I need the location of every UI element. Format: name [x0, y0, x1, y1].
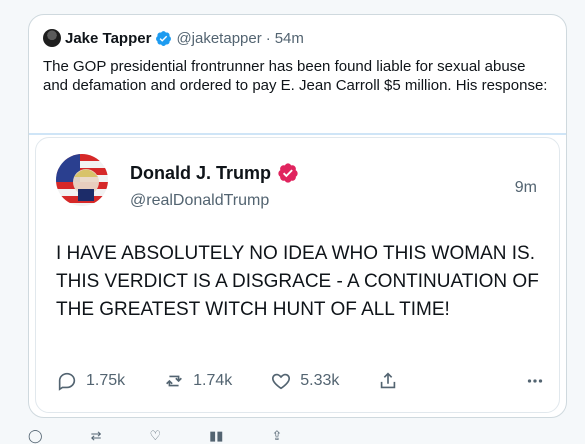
quoted-tweet-card[interactable]: Jake Tapper @jaketapper · 54m The GOP pr…: [28, 14, 567, 418]
like-button[interactable]: 5.33k: [270, 370, 339, 392]
more-icon: [527, 379, 543, 383]
more-button[interactable]: [524, 370, 546, 392]
cropped-bottom-actions: ◯ ⇄ ♡ ▮▮ ⇪: [28, 428, 528, 444]
cropped-reply-icon: ◯: [28, 428, 43, 443]
outer-tweet-text: The GOP presidential frontrunner has bee…: [43, 58, 548, 94]
inner-timestamp[interactable]: 9m: [515, 179, 537, 197]
reply-icon: [58, 372, 76, 391]
inner-author-name[interactable]: Donald J. Trump: [130, 163, 271, 184]
repost-icon: [166, 375, 183, 387]
verified-badge-icon: [278, 163, 298, 183]
outer-avatar[interactable]: [43, 29, 61, 47]
separator-dot: ·: [265, 29, 271, 47]
outer-author-name[interactable]: Jake Tapper: [65, 30, 151, 47]
reply-button[interactable]: 1.75k: [56, 370, 125, 392]
reply-count: 1.75k: [86, 372, 126, 389]
like-count: 5.33k: [300, 372, 340, 389]
cropped-share-icon: ⇪: [271, 428, 283, 443]
embedded-tweet-card[interactable]: Donald J. Trump @realDonaldTrump 9m I HA…: [35, 137, 560, 413]
cropped-repost-icon: ⇄: [90, 428, 102, 443]
share-button[interactable]: [377, 370, 399, 392]
repost-button[interactable]: 1.74k: [163, 370, 232, 392]
share-icon: [381, 372, 396, 389]
like-icon: [272, 373, 291, 390]
inner-author-name-row: Donald J. Trump: [130, 162, 299, 184]
outer-author-handle[interactable]: @jaketapper: [176, 30, 261, 47]
inner-avatar[interactable]: [56, 154, 108, 206]
inner-tweet-text: I HAVE ABSOLUTELY NO IDEA WHO THIS WOMAN…: [56, 243, 539, 320]
tweet-actions: 1.75k 1.74k 5.33k: [56, 370, 546, 392]
cropped-like-icon: ♡: [149, 428, 162, 443]
divider: [29, 133, 566, 135]
outer-timestamp[interactable]: 54m: [275, 30, 304, 47]
verified-badge-icon: [156, 30, 172, 46]
repost-count: 1.74k: [193, 372, 233, 389]
cropped-views-icon: ▮▮: [209, 428, 224, 443]
flag-portrait-image: [56, 154, 108, 206]
inner-author-handle[interactable]: @realDonaldTrump: [130, 192, 269, 210]
outer-tweet-header: Jake Tapper @jaketapper · 54m: [43, 29, 304, 47]
